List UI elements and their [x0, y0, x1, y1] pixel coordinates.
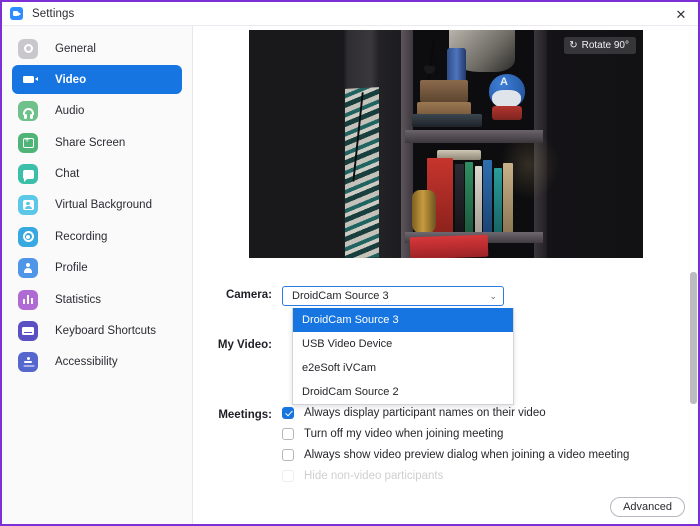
checkbox-label: Always display participant names on thei… — [304, 407, 546, 419]
checkbox-hide-non-video[interactable] — [282, 470, 294, 482]
camera-row: Camera: DroidCam Source 3 ⌄ — [194, 286, 504, 306]
preview-tray — [412, 114, 482, 127]
sidebar-item-label: Video — [55, 73, 87, 86]
share-screen-icon — [18, 132, 38, 153]
sidebar-item-label: Accessibility — [55, 356, 118, 369]
keyboard-icon — [18, 321, 38, 342]
virtual-background-icon — [18, 195, 38, 216]
person-icon — [18, 258, 38, 279]
checkbox-turn-off-video[interactable] — [282, 428, 294, 440]
checkbox-label: Turn off my video when joining meeting — [304, 428, 504, 440]
sidebar-item-share-screen[interactable]: Share Screen — [12, 128, 182, 157]
sidebar-item-virtual-background[interactable]: Virtual Background — [12, 191, 182, 220]
dropdown-option[interactable]: DroidCam Source 2 — [293, 380, 513, 404]
checkbox-label: Hide non-video participants — [304, 470, 444, 482]
preview-red-notebook — [409, 234, 489, 258]
sidebar-item-chat[interactable]: Chat — [12, 160, 182, 189]
sidebar-item-profile[interactable]: Profile — [12, 254, 182, 283]
sidebar-item-statistics[interactable]: Statistics — [12, 285, 182, 314]
sidebar-item-keyboard-shortcuts[interactable]: Keyboard Shortcuts — [12, 317, 182, 346]
preview-wooden-box-upper — [420, 80, 468, 102]
gear-icon — [18, 38, 38, 59]
bar-chart-icon — [18, 289, 38, 310]
checkbox-display-names[interactable] — [282, 407, 294, 419]
video-settings-panel: ↻ Rotate 90° Camera: DroidCam Source 3 ⌄… — [194, 26, 698, 524]
dropdown-option[interactable]: USB Video Device — [293, 332, 513, 356]
checkbox-row-turn-off-video[interactable]: Turn off my video when joining meeting — [282, 428, 629, 440]
my-video-label: My Video: — [217, 339, 272, 351]
advanced-button[interactable]: Advanced — [610, 497, 685, 517]
meetings-label: Meetings: — [218, 409, 272, 421]
checkbox-row-hide-non-video[interactable]: Hide non-video participants — [282, 470, 629, 482]
camera-select-value: DroidCam Source 3 — [292, 290, 389, 302]
accessibility-icon — [18, 352, 38, 373]
zoom-camera-icon — [10, 7, 23, 20]
checkbox-label: Always show video preview dialog when jo… — [304, 449, 630, 461]
sidebar-item-label: Recording — [55, 230, 108, 243]
sidebar: General Video Audio Share Screen Chat Vi… — [2, 26, 193, 524]
title-bar: Settings ✕ — [2, 2, 698, 26]
record-circle-icon — [18, 226, 38, 247]
camera-select[interactable]: DroidCam Source 3 ⌄ — [282, 286, 504, 306]
chevron-down-icon: ⌄ — [489, 290, 497, 301]
sidebar-item-label: Statistics — [55, 293, 102, 306]
rotate-button-label: Rotate 90° — [581, 40, 629, 51]
camera-dropdown-list[interactable]: DroidCam Source 3 USB Video Device e2eSo… — [292, 308, 514, 405]
rotate-ccw-icon: ↻ — [569, 39, 578, 51]
meetings-checkbox-group: Always display participant names on thei… — [282, 406, 629, 482]
preview-shelf-divider — [405, 130, 543, 143]
video-preview: ↻ Rotate 90° — [249, 30, 643, 258]
sidebar-item-label: Chat — [55, 168, 80, 181]
sidebar-item-label: Audio — [55, 105, 85, 118]
my-video-row: My Video: — [194, 336, 282, 351]
dropdown-option[interactable]: DroidCam Source 3 — [293, 308, 513, 332]
sidebar-item-label: Keyboard Shortcuts — [55, 325, 157, 338]
sidebar-item-label: Profile — [55, 262, 88, 275]
sidebar-item-accessibility[interactable]: Accessibility — [12, 348, 182, 377]
sidebar-item-video[interactable]: Video — [12, 65, 182, 95]
rotate-90-button[interactable]: ↻ Rotate 90° — [564, 37, 636, 54]
preview-brass-pot — [412, 190, 436, 234]
chat-bubble-icon — [18, 164, 38, 185]
dropdown-option[interactable]: e2eSoft iVCam — [293, 356, 513, 380]
preview-book-row — [427, 156, 513, 234]
video-camera-icon — [18, 70, 38, 90]
settings-window: Settings ✕ General Video Audio Share Scr… — [0, 0, 700, 526]
checkbox-row-preview-dialog[interactable]: Always show video preview dialog when jo… — [282, 449, 629, 461]
sidebar-item-recording[interactable]: Recording — [12, 222, 182, 251]
camera-label: Camera: — [225, 289, 272, 301]
sidebar-item-general[interactable]: General — [12, 34, 182, 63]
vertical-scrollbar-track[interactable] — [688, 26, 698, 524]
close-icon[interactable]: ✕ — [670, 5, 692, 23]
vertical-scrollbar-thumb[interactable] — [689, 272, 697, 404]
sidebar-item-label: Virtual Background — [55, 199, 152, 212]
meetings-row: Meetings: Always display participant nam… — [194, 406, 629, 482]
checkbox-preview-dialog[interactable] — [282, 449, 294, 461]
panel-footer: Advanced — [194, 492, 698, 524]
preview-figurine-body — [492, 106, 522, 120]
sidebar-item-label: General — [55, 42, 96, 55]
headphones-icon — [18, 101, 38, 122]
sidebar-item-audio[interactable]: Audio — [12, 97, 182, 126]
window-title: Settings — [32, 7, 75, 20]
sidebar-item-label: Share Screen — [55, 136, 126, 149]
checkbox-row-display-names[interactable]: Always display participant names on thei… — [282, 407, 629, 419]
